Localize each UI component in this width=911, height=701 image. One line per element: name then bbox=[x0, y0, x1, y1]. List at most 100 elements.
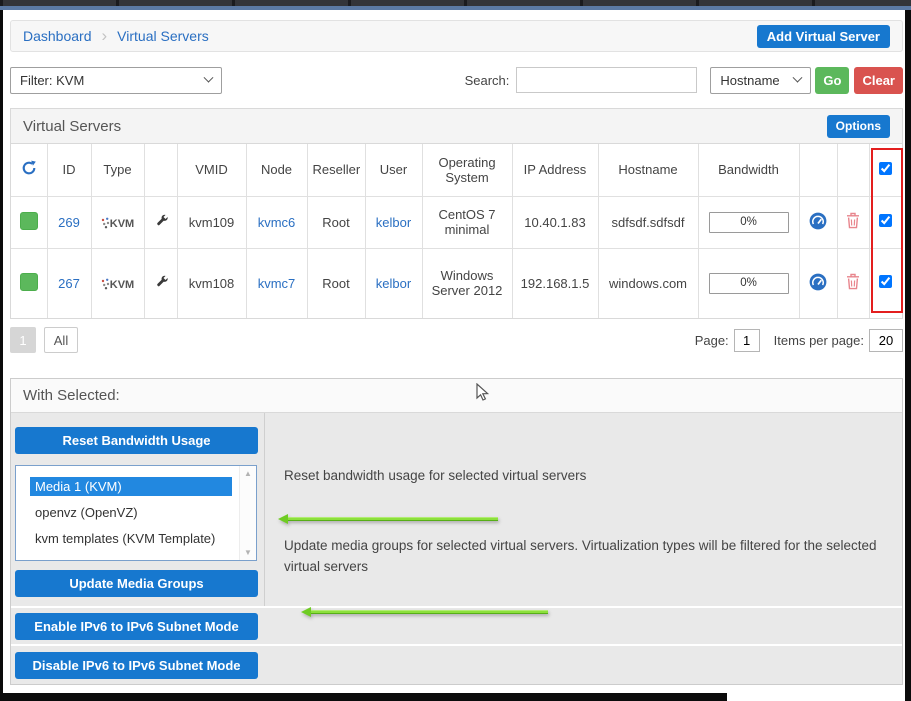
col-header-type: Type bbox=[91, 144, 144, 196]
status-online-indicator bbox=[20, 273, 38, 291]
search-field-value: Hostname bbox=[720, 73, 779, 88]
col-header-node: Node bbox=[246, 144, 307, 196]
hostname-cell: sdfsdf.sdfsdf bbox=[598, 196, 698, 248]
window-right-edge bbox=[905, 10, 911, 701]
select-all-checkbox[interactable] bbox=[879, 162, 892, 175]
col-header-hostname: Hostname bbox=[598, 144, 698, 196]
virtual-servers-panel-header: Virtual Servers Options bbox=[11, 109, 902, 144]
filter-select[interactable]: Filter: KVM bbox=[10, 67, 222, 94]
os-cell: Windows Server 2012 bbox=[422, 248, 512, 318]
search-field-select[interactable]: Hostname bbox=[710, 67, 811, 94]
delete-trash-icon[interactable] bbox=[846, 212, 860, 229]
scroll-down-icon[interactable]: ▼ bbox=[244, 548, 252, 557]
kvm-logo-icon bbox=[101, 217, 110, 229]
with-selected-title: With Selected: bbox=[23, 387, 120, 404]
enable-ipv6-subnet-button[interactable]: Enable IPv6 to IPv6 Subnet Mode bbox=[15, 613, 258, 640]
virtual-servers-panel: Virtual Servers Options bbox=[10, 108, 903, 319]
clear-button[interactable]: Clear bbox=[854, 67, 903, 94]
col-header-os: Operating System bbox=[422, 144, 512, 196]
reset-bandwidth-button[interactable]: Reset Bandwidth Usage bbox=[15, 427, 258, 454]
bandwidth-meter: 0% bbox=[709, 212, 789, 233]
breadcrumb-dashboard-link[interactable]: Dashboard bbox=[23, 28, 92, 44]
user-link[interactable]: kelbor bbox=[376, 276, 411, 291]
disable-ipv6-subnet-button[interactable]: Disable IPv6 to IPv6 Subnet Mode bbox=[15, 652, 258, 679]
browser-accent-line bbox=[0, 6, 911, 10]
stats-gauge-icon[interactable] bbox=[809, 273, 827, 291]
annotation-arrow-listbox bbox=[278, 514, 498, 524]
media-group-listbox[interactable]: Media 1 (KVM) openvz (OpenVZ) kvm templa… bbox=[15, 465, 257, 561]
col-header-manage bbox=[144, 144, 177, 196]
pagination-bar: 1 All Page: Items per page: bbox=[10, 327, 903, 353]
window-left-edge bbox=[0, 10, 3, 693]
with-selected-header: With Selected: bbox=[11, 379, 902, 413]
breadcrumb: Dashboard › Virtual Servers Add Virtual … bbox=[10, 20, 903, 52]
row-select-checkbox[interactable] bbox=[879, 214, 892, 227]
col-header-id: ID bbox=[47, 144, 91, 196]
row-select-checkbox[interactable] bbox=[879, 275, 892, 288]
items-per-page-input[interactable] bbox=[869, 329, 903, 352]
update-media-groups-button[interactable]: Update Media Groups bbox=[15, 570, 258, 597]
panel-title: Virtual Servers bbox=[23, 118, 121, 135]
page-all-button[interactable]: All bbox=[44, 327, 78, 353]
page-1-button[interactable]: 1 bbox=[10, 327, 36, 353]
wrench-icon[interactable] bbox=[153, 274, 169, 290]
vmid-cell: kvm109 bbox=[177, 196, 246, 248]
reseller-cell: Root bbox=[307, 196, 365, 248]
type-text: KVM bbox=[110, 218, 134, 230]
col-header-bandwidth: Bandwidth bbox=[698, 144, 799, 196]
type-text: KVM bbox=[110, 279, 134, 291]
ip-cell: 192.168.1.5 bbox=[512, 248, 598, 318]
chevron-down-icon bbox=[793, 72, 803, 82]
kvm-logo-icon bbox=[101, 278, 110, 290]
table-row: 267 KVM bbox=[11, 248, 902, 318]
breadcrumb-separator-icon: › bbox=[102, 26, 108, 46]
options-button[interactable]: Options bbox=[827, 115, 890, 138]
virtual-servers-table: ID Type VMID Node Reseller User Operatin… bbox=[11, 144, 902, 318]
delete-trash-icon[interactable] bbox=[846, 273, 860, 290]
os-cell: CentOS 7 minimal bbox=[422, 196, 512, 248]
search-input[interactable] bbox=[516, 67, 697, 93]
col-header-ip: IP Address bbox=[512, 144, 598, 196]
media-group-option[interactable]: kvm templates (KVM Template) bbox=[30, 529, 232, 548]
col-header-user: User bbox=[365, 144, 422, 196]
vs-id-link[interactable]: 269 bbox=[58, 215, 80, 230]
items-per-page-label: Items per page: bbox=[774, 333, 864, 348]
refresh-icon[interactable] bbox=[21, 160, 37, 176]
vmid-cell: kvm108 bbox=[177, 248, 246, 318]
breadcrumb-current: Virtual Servers bbox=[117, 28, 209, 44]
page-label: Page: bbox=[695, 333, 729, 348]
media-group-option[interactable]: Media 1 (KVM) bbox=[30, 477, 232, 496]
vs-id-link[interactable]: 267 bbox=[58, 276, 80, 291]
pagination-controls: Page: Items per page: bbox=[695, 329, 903, 352]
ip-cell: 10.40.1.83 bbox=[512, 196, 598, 248]
wrench-icon[interactable] bbox=[153, 213, 169, 229]
table-row: 269 KVM bbox=[11, 196, 902, 248]
chevron-down-icon bbox=[204, 72, 214, 82]
kvm-type-label: KVM bbox=[101, 218, 134, 230]
with-selected-panel: With Selected: Reset Bandwidth Usage Med… bbox=[10, 378, 903, 685]
node-link[interactable]: kvmc6 bbox=[258, 215, 296, 230]
listbox-scrollbar[interactable]: ▲ ▼ bbox=[239, 466, 256, 560]
stats-gauge-icon[interactable] bbox=[809, 212, 827, 230]
arrow-head-icon bbox=[301, 607, 311, 617]
kvm-type-label: KVM bbox=[101, 279, 134, 291]
status-online-indicator bbox=[20, 212, 38, 230]
search-label: Search: bbox=[465, 73, 510, 88]
col-header-stats bbox=[799, 144, 837, 196]
filter-select-value: Filter: KVM bbox=[20, 73, 84, 88]
table-header-row: ID Type VMID Node Reseller User Operatin… bbox=[11, 144, 902, 196]
with-selected-main: Reset Bandwidth Usage Media 1 (KVM) open… bbox=[11, 413, 902, 606]
node-link[interactable]: kvmc7 bbox=[258, 276, 296, 291]
with-selected-actions-column: Reset Bandwidth Usage Media 1 (KVM) open… bbox=[11, 413, 265, 606]
media-group-option[interactable]: openvz (OpenVZ) bbox=[30, 503, 232, 522]
reseller-cell: Root bbox=[307, 248, 365, 318]
disable-ipv6-row: Disable IPv6 to IPv6 Subnet Mode bbox=[11, 644, 902, 684]
scroll-up-icon[interactable]: ▲ bbox=[244, 469, 252, 478]
window-bottom-edge bbox=[0, 693, 727, 701]
page-number-input[interactable] bbox=[734, 329, 760, 352]
bandwidth-meter: 0% bbox=[709, 273, 789, 294]
col-header-reseller: Reseller bbox=[307, 144, 365, 196]
add-virtual-server-button[interactable]: Add Virtual Server bbox=[757, 25, 890, 48]
go-button[interactable]: Go bbox=[815, 67, 849, 94]
user-link[interactable]: kelbor bbox=[376, 215, 411, 230]
